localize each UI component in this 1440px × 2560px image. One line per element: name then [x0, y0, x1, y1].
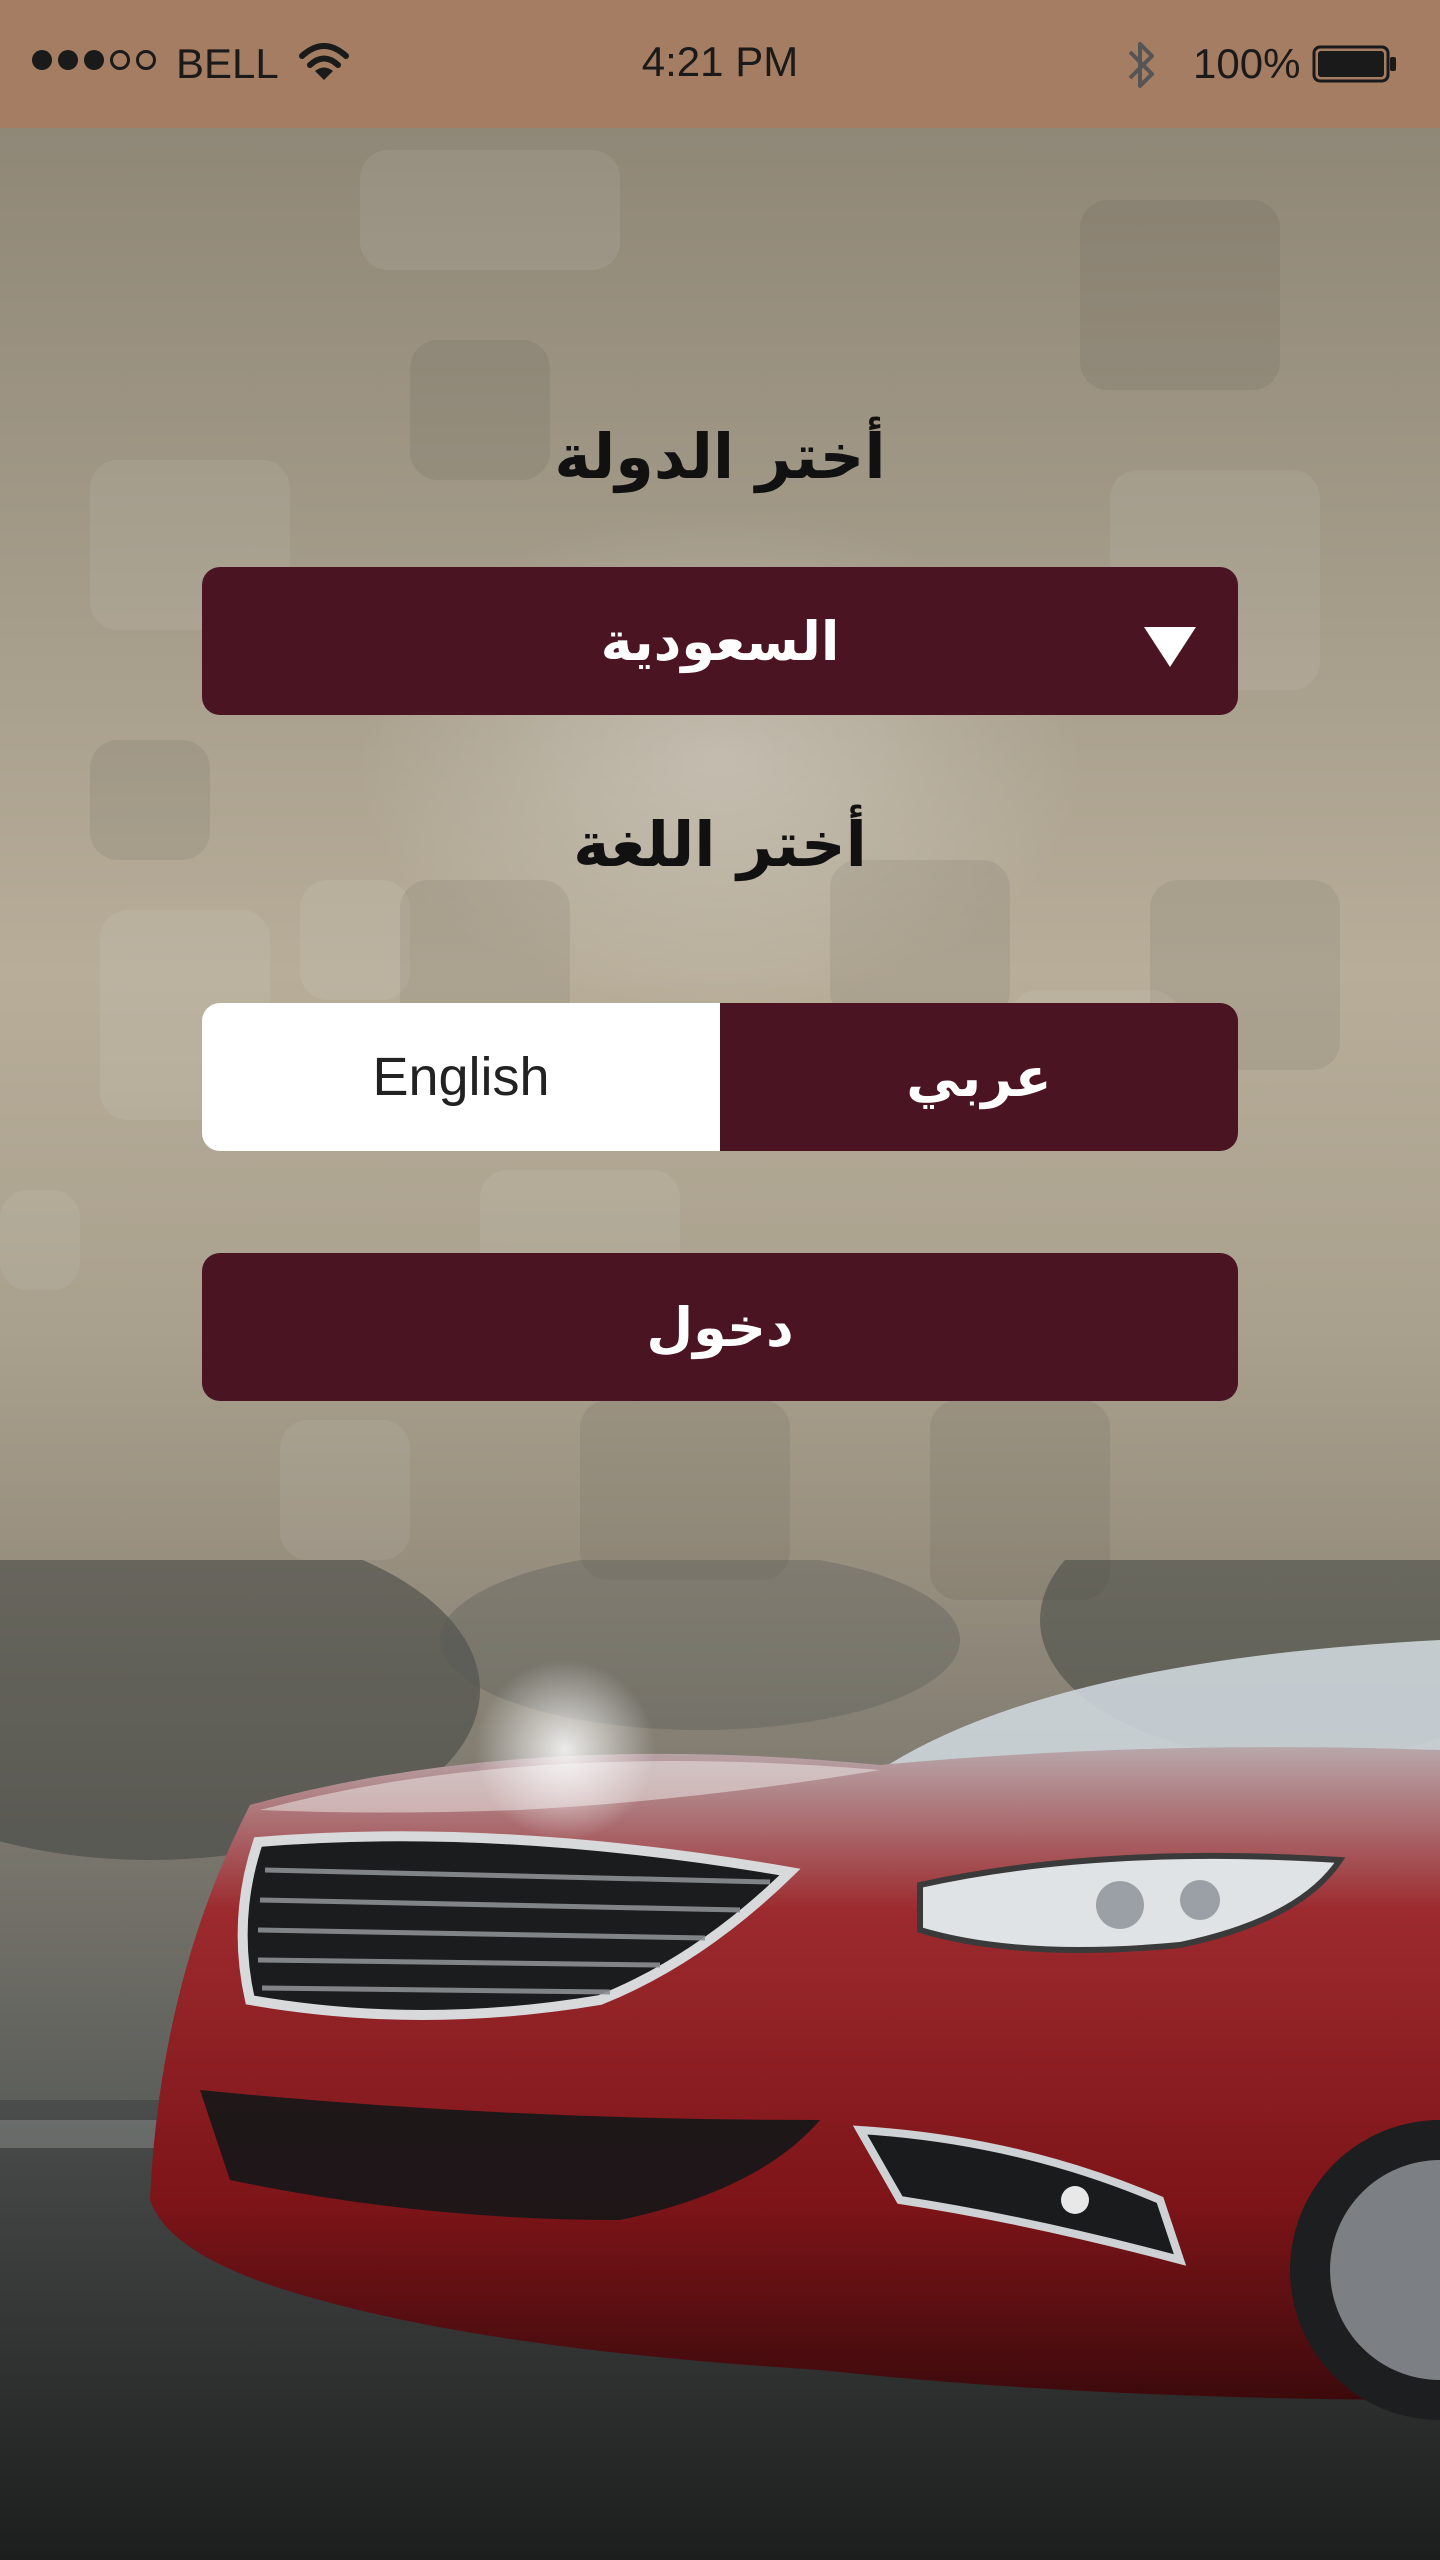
login-button-label: دخول [646, 1295, 794, 1359]
country-dropdown[interactable]: السعودية [202, 567, 1238, 715]
car-hero-image [0, 1560, 1440, 2560]
login-button[interactable]: دخول [202, 1253, 1238, 1401]
status-bar: BELL 4:21 PM 100% [0, 0, 1440, 128]
battery-percentage: 100% [1193, 40, 1301, 87]
language-option-arabic[interactable]: عربي [720, 1003, 1238, 1151]
battery-icon [1312, 45, 1398, 83]
language-option-english-label: English [372, 1047, 550, 1107]
chevron-down-icon [1144, 627, 1196, 667]
country-label: أختر الدولة [554, 420, 886, 493]
language-label: أختر اللغة [573, 808, 867, 881]
language-option-arabic-label: عربي [906, 1045, 1052, 1109]
login-screen: BELL 4:21 PM 100% أختر الدولة السعودية أ… [0, 0, 1440, 2560]
language-option-english[interactable]: English [202, 1003, 720, 1151]
country-selected-value: السعودية [600, 609, 840, 673]
language-toggle: English عربي [202, 1003, 1238, 1151]
bluetooth-icon [1122, 38, 1162, 102]
